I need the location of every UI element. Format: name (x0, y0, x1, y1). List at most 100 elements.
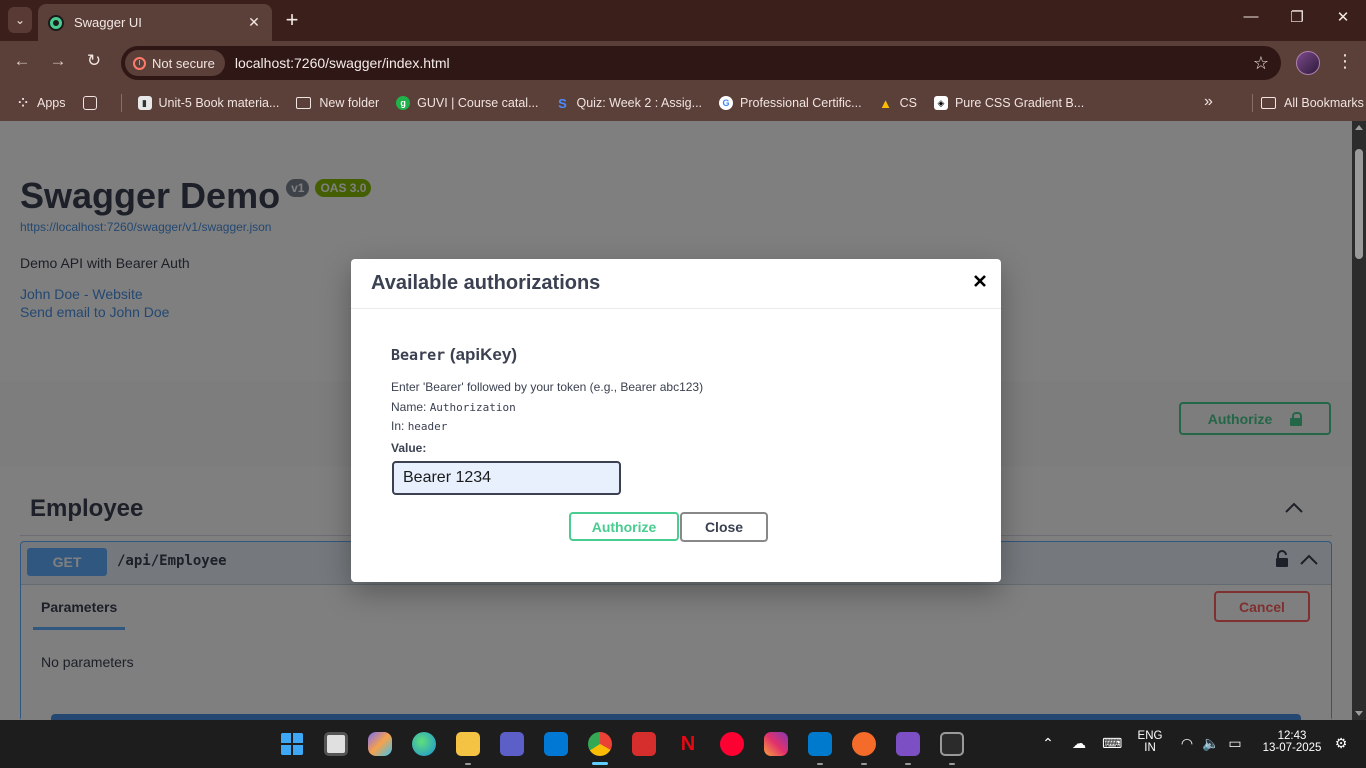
bookmark-cs[interactable]: ▲ CS (879, 95, 917, 111)
url-text[interactable]: localhost:7260/swagger/index.html (235, 55, 1253, 71)
tab-close-icon[interactable]: ✕ (246, 14, 262, 31)
apps-grid-icon: ⁘ (17, 96, 29, 110)
visual-studio-icon[interactable] (896, 732, 920, 756)
doc-icon: ▮ (137, 96, 152, 110)
clock-date: 13-07-2025 (1262, 742, 1322, 754)
bookmark-label: Professional Certific... (740, 96, 862, 110)
keyboard-icon[interactable]: ⌨ (1102, 735, 1122, 752)
tab-strip: ⌄ Swagger UI ✕ + — ❐ ✕ (0, 0, 1366, 41)
browser-tab-active[interactable]: Swagger UI ✕ (38, 4, 272, 41)
bookmark-professional[interactable]: G Professional Certific... (719, 96, 862, 110)
task-view-icon[interactable] (324, 732, 348, 756)
copilot-icon[interactable] (368, 732, 392, 756)
edge-icon[interactable] (412, 732, 436, 756)
instagram-icon[interactable] (764, 732, 788, 756)
scheme-name: Bearer (391, 346, 446, 364)
file-explorer-icon[interactable] (456, 732, 480, 756)
folder-icon (296, 97, 312, 109)
clock[interactable]: 12:43 13-07-2025 (1254, 730, 1330, 754)
windows-taskbar: N ⌃ ☁ ⌨ ENG IN ◠ 🔈 ▭ 12:43 13-07-2025 ⚙ (0, 720, 1366, 768)
page-scrollbar[interactable] (1352, 121, 1366, 720)
modal-header: Available authorizations (351, 259, 1001, 309)
close-icon[interactable] (971, 272, 989, 290)
running-indicator (465, 763, 471, 765)
battery-icon[interactable]: ▭ (1226, 735, 1244, 752)
postman-icon[interactable] (852, 732, 876, 756)
terminal-icon[interactable] (940, 732, 964, 756)
bookmark-label: Apps (37, 96, 66, 110)
scroll-thumb[interactable] (1355, 149, 1363, 259)
bookmark-label: GUVI | Course catal... (417, 96, 539, 110)
language-indicator[interactable]: ENG IN (1134, 730, 1166, 754)
codepen-icon: ◈ (933, 96, 948, 110)
profile-avatar[interactable] (1296, 51, 1320, 75)
teams-icon[interactable] (500, 732, 524, 756)
bookmarks-overflow-button[interactable]: » (1204, 93, 1213, 111)
swagger-favicon-icon (48, 14, 64, 31)
tab-search-button[interactable]: ⌄ (8, 7, 32, 33)
bookmark-label: CS (899, 96, 917, 110)
reload-icon[interactable]: ↻ (82, 51, 106, 71)
guvi-icon: g (396, 96, 411, 110)
scroll-down-arrow-icon[interactable] (1355, 711, 1363, 716)
bookmark-unit5[interactable]: ▮ Unit-5 Book materia... (137, 96, 280, 110)
onedrive-icon[interactable]: ☁ (1070, 735, 1088, 752)
forward-arrow-icon[interactable]: → (46, 51, 70, 71)
bookmark-label: New folder (319, 96, 380, 110)
bookmark-label: Pure CSS Gradient B... (954, 96, 1085, 110)
in-label: In: (391, 419, 405, 433)
back-arrow-icon[interactable]: ← (10, 51, 34, 71)
running-indicator (817, 763, 823, 765)
wps-office-icon[interactable] (632, 732, 656, 756)
auth-name-row: Name: Authorization (391, 400, 516, 414)
swayam-icon: S (558, 95, 567, 111)
security-label: Not secure (152, 55, 215, 71)
auth-in-row: In: header (391, 419, 447, 433)
vscode-icon[interactable] (808, 732, 832, 756)
auth-value-input[interactable] (392, 461, 621, 495)
minimize-button[interactable]: — (1236, 8, 1266, 25)
chrome-icon[interactable] (588, 732, 612, 756)
folder-icon (1261, 97, 1276, 109)
auth-description: Enter 'Bearer' followed by your token (e… (391, 380, 704, 394)
name-label: Name: (391, 400, 427, 414)
bookmarks-bar: ⁘ Apps ▮ Unit-5 Book materia... New fold… (0, 85, 1366, 121)
close-window-button[interactable]: ✕ (1328, 8, 1358, 26)
volume-icon[interactable]: 🔈 (1202, 735, 1220, 752)
site-security-chip[interactable]: Not secure (125, 50, 225, 76)
not-secure-warning-icon (133, 56, 146, 70)
auth-scheme-heading: Bearer (apiKey) (391, 345, 517, 365)
bookmark-label: Quiz: Week 2 : Assig... (576, 96, 703, 110)
restore-button[interactable]: ❐ (1282, 8, 1312, 26)
region-code: IN (1144, 742, 1156, 754)
bookmark-guvi[interactable]: g GUVI | Course catal... (396, 96, 539, 110)
bookmark-new-folder[interactable]: New folder (296, 96, 379, 110)
notification-settings-icon[interactable]: ⚙ (1332, 735, 1350, 752)
modal-authorize-button[interactable]: Authorize (569, 512, 679, 541)
bookmark-star-icon[interactable]: ☆ (1253, 53, 1269, 74)
show-hidden-icons-chevron-icon[interactable]: ⌃ (1039, 735, 1057, 752)
wifi-icon[interactable]: ◠ (1178, 735, 1196, 752)
all-bookmarks-button[interactable]: All Bookmarks (1252, 94, 1364, 112)
bookmark-separator (1252, 94, 1253, 112)
tab-title: Swagger UI (74, 15, 142, 30)
store-icon[interactable] (544, 732, 568, 756)
language-code: ENG (1137, 730, 1163, 742)
modal-close-button[interactable]: Close (680, 512, 768, 542)
bookmark-label: Unit-5 Book materia... (158, 96, 280, 110)
drive-icon: ▲ (879, 95, 893, 111)
bookmark-grid[interactable] (82, 96, 104, 110)
new-tab-button[interactable]: + (282, 8, 302, 32)
running-indicator (949, 763, 955, 765)
address-bar[interactable]: Not secure localhost:7260/swagger/index.… (121, 46, 1281, 80)
authorization-modal: Available authorizations Bearer (apiKey)… (351, 259, 1001, 582)
scroll-up-arrow-icon[interactable] (1355, 125, 1363, 130)
scheme-type: (apiKey) (449, 345, 517, 364)
windows-start-icon[interactable] (280, 732, 304, 756)
bookmark-apps[interactable]: ⁘ Apps (16, 96, 66, 110)
netflix-icon[interactable]: N (676, 732, 700, 756)
browser-menu-icon[interactable]: ⋮ (1336, 51, 1354, 72)
bookmark-pure-css[interactable]: ◈ Pure CSS Gradient B... (933, 96, 1085, 110)
youtube-music-icon[interactable] (720, 732, 744, 756)
bookmark-quiz[interactable]: S Quiz: Week 2 : Assig... (556, 95, 703, 111)
